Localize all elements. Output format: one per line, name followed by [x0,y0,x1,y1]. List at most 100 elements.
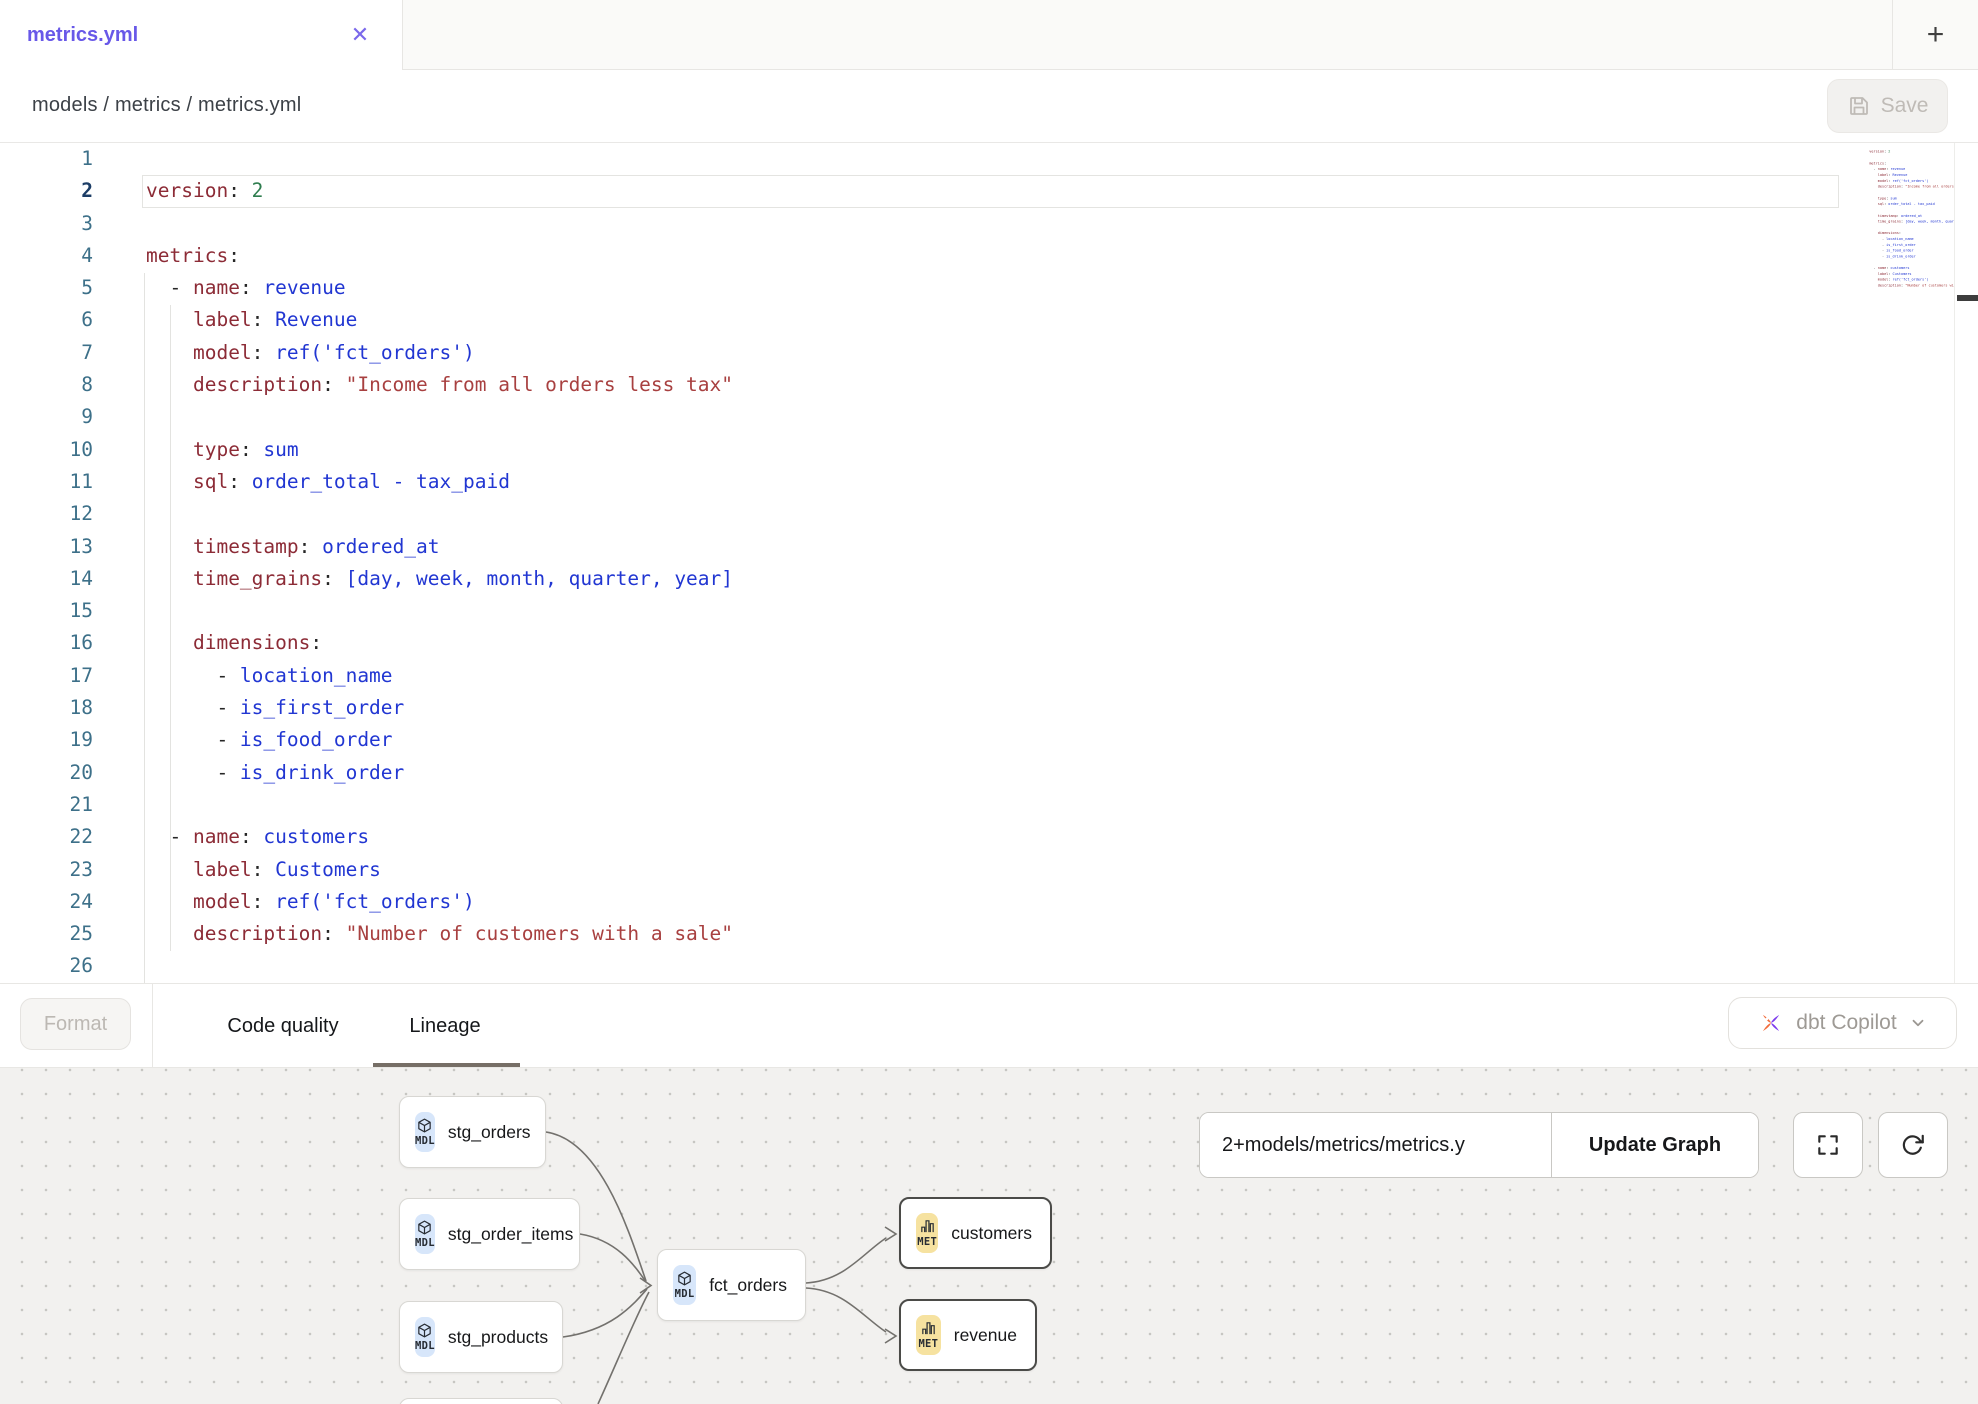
dbt-copilot-icon [1758,1010,1784,1036]
code-lines: version: 2 metrics: - name: revenue label… [0,143,733,983]
lineage-node-fct_orders[interactable]: MDL fct_orders [657,1249,806,1321]
new-tab-zone: + [1892,0,1978,70]
active-tab-underline [373,1063,520,1067]
node-label: stg_products [448,1327,548,1348]
save-button[interactable]: Save [1827,79,1948,133]
code-line-14: time_grains: [day, week, month, quarter,… [0,563,733,595]
save-icon [1847,94,1871,118]
mdl-badge: MDL [415,1317,435,1357]
badge-text: MDL [415,1237,435,1249]
badge-text: MDL [415,1340,435,1352]
model-cube-icon [676,1270,693,1287]
file-header-bar: models / metrics / metrics.yml Save [0,70,1978,143]
editor-bottom-toolbar: Format Code quality Lineage dbt Copilot [0,983,1978,1068]
met-badge: MET [916,1213,938,1253]
toolbar-divider [152,984,153,1068]
breadcrumb: models / metrics / metrics.yml [32,94,301,117]
refresh-button[interactable] [1878,1112,1948,1178]
lineage-node-stg_order_items[interactable]: MDL stg_order_items [399,1198,580,1270]
code-line-25: description: "Number of customers with a… [0,918,733,950]
mdl-badge: MDL [415,1112,435,1152]
badge-text: MET [918,1338,938,1350]
mdl-badge: MDL [415,1214,435,1254]
badge-text: MDL [415,1135,435,1147]
lineage-node-customers[interactable]: MET customers [899,1197,1052,1269]
code-editor: 1234567891011121314151617181920212223242… [0,143,1978,983]
metric-chart-icon [919,1218,936,1235]
minimap-content: version: 2metrics: - name: revenue label… [1843,143,1954,294]
format-button[interactable]: Format [20,998,131,1050]
node-label: stg_order_items [448,1224,573,1245]
met-badge: MET [916,1315,941,1355]
code-area[interactable]: 1234567891011121314151617181920212223242… [0,143,1839,983]
code-line-10: type: sum [0,434,733,466]
tab-bar-empty-area [402,0,1978,70]
code-line-9 [0,401,733,433]
code-line-6: label: Revenue [0,304,733,336]
node-selector-group: Update Graph [1199,1112,1759,1178]
code-line-13: timestamp: ordered_at [0,531,733,563]
lineage-edge-2 [563,1289,647,1337]
minimap[interactable]: version: 2metrics: - name: revenue label… [1843,143,1954,983]
lineage-edge-1 [580,1234,646,1282]
edge-arrowhead-1 [885,1227,896,1241]
code-line-1 [0,143,733,175]
node-label: revenue [954,1325,1017,1346]
code-line-18: - is_first_order [0,692,733,724]
dbt-copilot-label: dbt Copilot [1796,1011,1896,1035]
graph-controls: Update Graph [1199,1112,1759,1178]
tab-label: metrics.yml [27,24,138,47]
code-line-17: - location_name [0,660,733,692]
code-line-16: dimensions: [0,627,733,659]
code-line-22: - name: customers [0,821,733,853]
code-line-15 [0,595,733,627]
code-line-11: sql: order_total - tax_paid [0,466,733,498]
tab-code-quality[interactable]: Code quality [210,984,356,1068]
refresh-icon [1900,1132,1926,1158]
code-line-8: description: "Income from all orders les… [0,369,733,401]
model-cube-icon [416,1219,433,1236]
lineage-node-stg_orders[interactable]: MDL stg_orders [399,1096,546,1168]
tab-metrics-yml[interactable]: metrics.yml ✕ [0,0,402,70]
tab-bar: metrics.yml ✕ + [0,0,1978,70]
model-cube-icon [416,1322,433,1339]
node-selector-input[interactable] [1200,1113,1551,1177]
code-line-26 [0,950,733,982]
save-label: Save [1881,94,1929,118]
close-tab-icon[interactable]: ✕ [346,21,374,49]
code-line-2: version: 2 [0,175,733,207]
edge-arrowhead-2 [885,1329,896,1343]
code-line-26 [1843,288,1954,294]
lineage-node-revenue[interactable]: MET revenue [899,1299,1037,1371]
code-line-12 [0,498,733,530]
new-tab-button[interactable]: + [1916,15,1956,55]
metric-chart-icon [920,1320,937,1337]
overview-ruler[interactable] [1954,143,1978,983]
code-line-21 [0,789,733,821]
dbt-ide-window: metrics.yml ✕ + models / metrics / metri… [0,0,1978,1404]
model-cube-icon [416,1117,433,1134]
fullscreen-button[interactable] [1793,1112,1863,1178]
overview-ruler-cursor-marker [1957,295,1978,301]
chevron-down-icon [1909,1014,1927,1032]
mdl-badge: MDL [673,1265,696,1305]
code-line-5: - name: revenue [0,272,733,304]
update-graph-button[interactable]: Update Graph [1551,1113,1758,1177]
lineage-edge-5 [806,1288,886,1332]
node-label: stg_orders [448,1122,531,1143]
code-line-7: model: ref('fct_orders') [0,337,733,369]
code-line-3 [0,208,733,240]
lineage-node-offscreen-node[interactable] [399,1398,563,1404]
node-label: customers [951,1223,1032,1244]
tab-lineage[interactable]: Lineage [400,984,490,1068]
lineage-node-stg_products[interactable]: MDL stg_products [399,1301,563,1373]
dbt-copilot-button[interactable]: dbt Copilot [1728,997,1957,1049]
code-line-23: label: Customers [0,854,733,886]
code-line-24: model: ref('fct_orders') [0,886,733,918]
fullscreen-icon [1815,1132,1841,1158]
lineage-canvas[interactable]: MDL stg_orders MDL stg_order_items MDL stg_pr… [0,1068,1978,1404]
node-label: fct_orders [709,1275,787,1296]
badge-text: MET [917,1236,937,1248]
code-line-20: - is_drink_order [0,757,733,789]
code-line-4: metrics: [0,240,733,272]
